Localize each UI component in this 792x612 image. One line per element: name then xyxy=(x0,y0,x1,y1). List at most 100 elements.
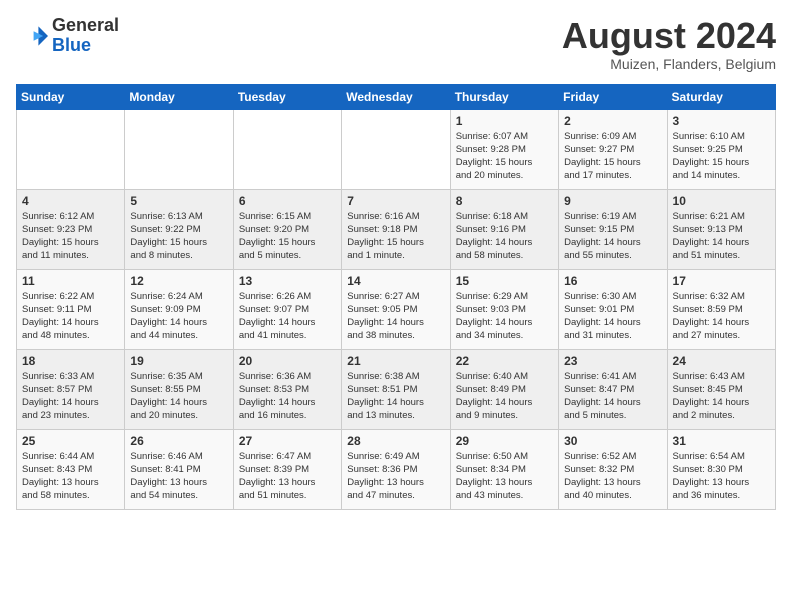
day-info: Sunrise: 6:12 AM Sunset: 9:23 PM Dayligh… xyxy=(22,210,119,263)
calendar: SundayMondayTuesdayWednesdayThursdayFrid… xyxy=(16,84,776,510)
day-number: 30 xyxy=(564,434,661,448)
week-row-1: 1Sunrise: 6:07 AM Sunset: 9:28 PM Daylig… xyxy=(17,109,776,189)
day-number: 8 xyxy=(456,194,553,208)
day-number: 28 xyxy=(347,434,444,448)
day-info: Sunrise: 6:38 AM Sunset: 8:51 PM Dayligh… xyxy=(347,370,444,423)
day-number: 13 xyxy=(239,274,336,288)
calendar-cell xyxy=(17,109,125,189)
day-number: 22 xyxy=(456,354,553,368)
day-number: 4 xyxy=(22,194,119,208)
day-info: Sunrise: 6:21 AM Sunset: 9:13 PM Dayligh… xyxy=(673,210,770,263)
day-number: 11 xyxy=(22,274,119,288)
calendar-cell: 16 Sunrise: 6:30 AM Sunset: 9:01 PM Dayli… xyxy=(559,269,667,349)
day-number: 14 xyxy=(347,274,444,288)
calendar-cell: 20 Sunrise: 6:36 AM Sunset: 8:53 PM Dayli… xyxy=(233,349,341,429)
calendar-cell: 23 Sunrise: 6:41 AM Sunset: 8:47 PM Dayli… xyxy=(559,349,667,429)
title-block: August 2024 Muizen, Flanders, Belgium xyxy=(562,16,776,72)
calendar-cell: 1Sunrise: 6:07 AM Sunset: 9:28 PM Daylig… xyxy=(450,109,558,189)
day-info: Sunrise: 6:15 AM Sunset: 9:20 PM Dayligh… xyxy=(239,210,336,263)
day-info: Sunrise: 6:52 AM Sunset: 8:32 PM Dayligh… xyxy=(564,450,661,503)
calendar-cell xyxy=(342,109,450,189)
calendar-cell: 21 Sunrise: 6:38 AM Sunset: 8:51 PM Dayli… xyxy=(342,349,450,429)
day-number: 6 xyxy=(239,194,336,208)
weekday-header-tuesday: Tuesday xyxy=(233,84,341,109)
month-year: August 2024 xyxy=(562,16,776,56)
logo-icon xyxy=(16,20,48,52)
day-number: 5 xyxy=(130,194,227,208)
calendar-cell xyxy=(233,109,341,189)
day-number: 23 xyxy=(564,354,661,368)
day-info: Sunrise: 6:36 AM Sunset: 8:53 PM Dayligh… xyxy=(239,370,336,423)
day-info: Sunrise: 6:35 AM Sunset: 8:55 PM Dayligh… xyxy=(130,370,227,423)
day-number: 2 xyxy=(564,114,661,128)
calendar-cell: 17Sunrise: 6:32 AM Sunset: 8:59 PM Dayli… xyxy=(667,269,775,349)
weekday-header-monday: Monday xyxy=(125,84,233,109)
page-header: General Blue August 2024 Muizen, Flander… xyxy=(16,16,776,72)
calendar-cell: 18Sunrise: 6:33 AM Sunset: 8:57 PM Dayli… xyxy=(17,349,125,429)
day-number: 12 xyxy=(130,274,227,288)
calendar-cell: 7 Sunrise: 6:16 AM Sunset: 9:18 PM Daylig… xyxy=(342,189,450,269)
day-number: 9 xyxy=(564,194,661,208)
location: Muizen, Flanders, Belgium xyxy=(562,56,776,72)
logo-text: General Blue xyxy=(52,16,119,56)
calendar-cell: 5 Sunrise: 6:13 AM Sunset: 9:22 PM Daylig… xyxy=(125,189,233,269)
calendar-cell: 28 Sunrise: 6:49 AM Sunset: 8:36 PM Dayli… xyxy=(342,429,450,509)
day-info: Sunrise: 6:44 AM Sunset: 8:43 PM Dayligh… xyxy=(22,450,119,503)
day-info: Sunrise: 6:47 AM Sunset: 8:39 PM Dayligh… xyxy=(239,450,336,503)
day-number: 19 xyxy=(130,354,227,368)
weekday-row: SundayMondayTuesdayWednesdayThursdayFrid… xyxy=(17,84,776,109)
day-number: 20 xyxy=(239,354,336,368)
day-info: Sunrise: 6:30 AM Sunset: 9:01 PM Dayligh… xyxy=(564,290,661,343)
calendar-cell: 8 Sunrise: 6:18 AM Sunset: 9:16 PM Daylig… xyxy=(450,189,558,269)
day-info: Sunrise: 6:10 AM Sunset: 9:25 PM Dayligh… xyxy=(673,130,770,183)
weekday-header-thursday: Thursday xyxy=(450,84,558,109)
calendar-cell: 31 Sunrise: 6:54 AM Sunset: 8:30 PM Dayli… xyxy=(667,429,775,509)
day-info: Sunrise: 6:22 AM Sunset: 9:11 PM Dayligh… xyxy=(22,290,119,343)
day-number: 10 xyxy=(673,194,770,208)
day-number: 1 xyxy=(456,114,553,128)
day-info: Sunrise: 6:46 AM Sunset: 8:41 PM Dayligh… xyxy=(130,450,227,503)
calendar-cell: 26Sunrise: 6:46 AM Sunset: 8:41 PM Dayli… xyxy=(125,429,233,509)
day-number: 27 xyxy=(239,434,336,448)
day-number: 29 xyxy=(456,434,553,448)
day-number: 7 xyxy=(347,194,444,208)
day-number: 17 xyxy=(673,274,770,288)
calendar-header: SundayMondayTuesdayWednesdayThursdayFrid… xyxy=(17,84,776,109)
calendar-cell: 13Sunrise: 6:26 AM Sunset: 9:07 PM Dayli… xyxy=(233,269,341,349)
day-number: 25 xyxy=(22,434,119,448)
day-info: Sunrise: 6:13 AM Sunset: 9:22 PM Dayligh… xyxy=(130,210,227,263)
day-info: Sunrise: 6:19 AM Sunset: 9:15 PM Dayligh… xyxy=(564,210,661,263)
calendar-cell: 25 Sunrise: 6:44 AM Sunset: 8:43 PM Dayli… xyxy=(17,429,125,509)
week-row-2: 4 Sunrise: 6:12 AM Sunset: 9:23 PM Daylig… xyxy=(17,189,776,269)
day-info: Sunrise: 6:18 AM Sunset: 9:16 PM Dayligh… xyxy=(456,210,553,263)
calendar-cell: 24 Sunrise: 6:43 AM Sunset: 8:45 PM Dayli… xyxy=(667,349,775,429)
calendar-cell: 14Sunrise: 6:27 AM Sunset: 9:05 PM Dayli… xyxy=(342,269,450,349)
calendar-cell: 11 Sunrise: 6:22 AM Sunset: 9:11 PM Dayli… xyxy=(17,269,125,349)
logo: General Blue xyxy=(16,16,119,56)
calendar-cell: 19 Sunrise: 6:35 AM Sunset: 8:55 PM Dayli… xyxy=(125,349,233,429)
day-info: Sunrise: 6:24 AM Sunset: 9:09 PM Dayligh… xyxy=(130,290,227,343)
calendar-cell xyxy=(125,109,233,189)
day-number: 24 xyxy=(673,354,770,368)
day-number: 21 xyxy=(347,354,444,368)
day-number: 31 xyxy=(673,434,770,448)
week-row-4: 18Sunrise: 6:33 AM Sunset: 8:57 PM Dayli… xyxy=(17,349,776,429)
calendar-cell: 27 Sunrise: 6:47 AM Sunset: 8:39 PM Dayli… xyxy=(233,429,341,509)
day-info: Sunrise: 6:16 AM Sunset: 9:18 PM Dayligh… xyxy=(347,210,444,263)
calendar-cell: 15Sunrise: 6:29 AM Sunset: 9:03 PM Dayli… xyxy=(450,269,558,349)
day-info: Sunrise: 6:29 AM Sunset: 9:03 PM Dayligh… xyxy=(456,290,553,343)
day-info: Sunrise: 6:54 AM Sunset: 8:30 PM Dayligh… xyxy=(673,450,770,503)
day-number: 18 xyxy=(22,354,119,368)
day-info: Sunrise: 6:43 AM Sunset: 8:45 PM Dayligh… xyxy=(673,370,770,423)
day-number: 16 xyxy=(564,274,661,288)
day-info: Sunrise: 6:49 AM Sunset: 8:36 PM Dayligh… xyxy=(347,450,444,503)
day-info: Sunrise: 6:40 AM Sunset: 8:49 PM Dayligh… xyxy=(456,370,553,423)
day-info: Sunrise: 6:41 AM Sunset: 8:47 PM Dayligh… xyxy=(564,370,661,423)
weekday-header-sunday: Sunday xyxy=(17,84,125,109)
calendar-cell: 10 Sunrise: 6:21 AM Sunset: 9:13 PM Dayli… xyxy=(667,189,775,269)
day-number: 3 xyxy=(673,114,770,128)
calendar-cell: 30 Sunrise: 6:52 AM Sunset: 8:32 PM Dayli… xyxy=(559,429,667,509)
day-info: Sunrise: 6:09 AM Sunset: 9:27 PM Dayligh… xyxy=(564,130,661,183)
calendar-cell: 12 Sunrise: 6:24 AM Sunset: 9:09 PM Dayli… xyxy=(125,269,233,349)
calendar-cell: 29Sunrise: 6:50 AM Sunset: 8:34 PM Dayli… xyxy=(450,429,558,509)
